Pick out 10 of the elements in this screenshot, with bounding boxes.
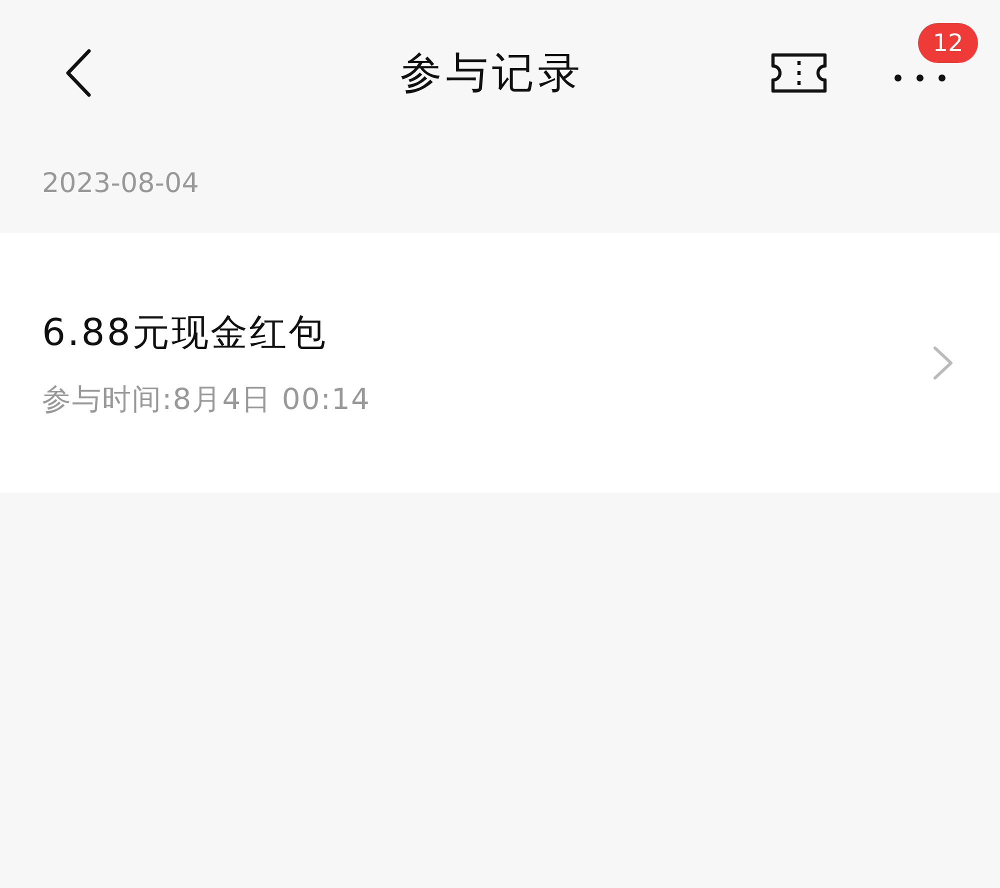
ticket-icon (770, 52, 828, 94)
record-title: 6.88元现金红包 (42, 310, 328, 356)
record-time: 参与时间:8月4日 00:14 (42, 381, 372, 418)
date-header: 2023-08-04 (42, 166, 199, 201)
back-icon (63, 48, 93, 98)
record-item[interactable]: 6.88元现金红包 参与时间:8月4日 00:14 (0, 233, 1000, 493)
page-title: 参与记录 (400, 47, 584, 99)
more-icon (894, 74, 946, 82)
notification-badge: 12 (918, 22, 978, 62)
chevron-right-icon (932, 345, 954, 381)
